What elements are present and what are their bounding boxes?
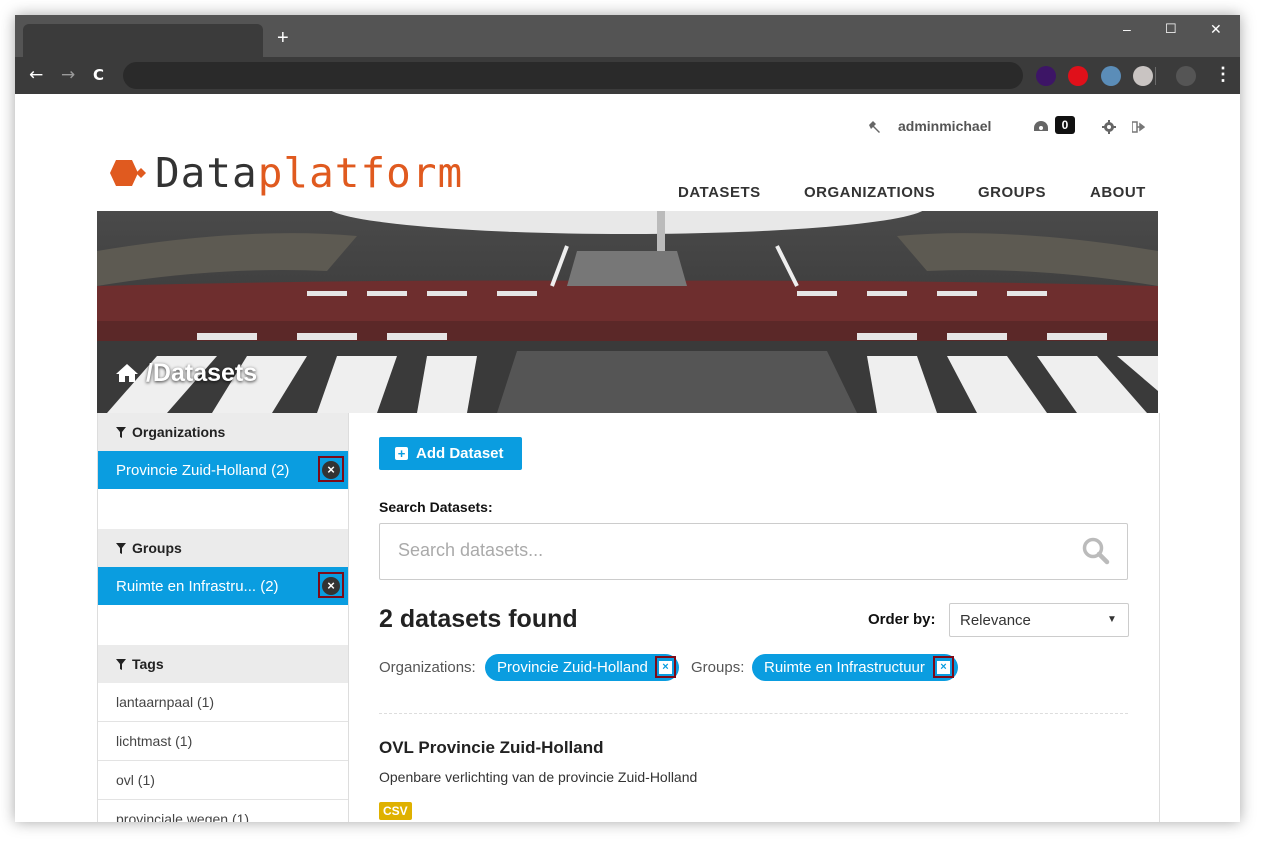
nav-organizations[interactable]: ORGANIZATIONS bbox=[804, 184, 935, 201]
nav-about[interactable]: ABOUT bbox=[1090, 184, 1146, 201]
search-input[interactable] bbox=[396, 539, 1080, 562]
nav-groups[interactable]: GROUPS bbox=[978, 184, 1046, 201]
chevron-down-icon: ▼ bbox=[1107, 614, 1117, 625]
order-by-label: Order by: bbox=[868, 611, 936, 628]
tag-item-ovl[interactable]: ovl (1) bbox=[98, 761, 348, 800]
facet-heading-label: Groups bbox=[132, 540, 182, 556]
account-username-link[interactable]: adminmichael bbox=[898, 118, 991, 134]
filter-icon bbox=[116, 659, 126, 670]
breadcrumb-separator: / bbox=[145, 359, 153, 387]
maximize-button[interactable]: ☐ bbox=[1165, 21, 1177, 37]
add-dataset-button[interactable]: + Add Dataset bbox=[379, 437, 522, 470]
active-filter-label-organizations: Organizations: bbox=[379, 659, 476, 676]
filter-pill-label: Provincie Zuid-Holland bbox=[497, 659, 648, 676]
facet-spacer bbox=[98, 605, 348, 646]
add-dataset-label: Add Dataset bbox=[416, 445, 504, 462]
gear-icon[interactable] bbox=[1102, 120, 1116, 134]
browser-tab[interactable] bbox=[23, 24, 263, 57]
browser-window: + – ☐ ✕ ← → C ⋮ adminmichael 0 Dataplatf… bbox=[15, 15, 1240, 822]
filter-pill-organization: Provincie Zuid-Holland × bbox=[485, 654, 679, 681]
browser-titlebar: + – ☐ ✕ bbox=[15, 15, 1240, 57]
toolbar-divider bbox=[1155, 67, 1156, 85]
hammer-icon bbox=[869, 121, 880, 133]
format-badge-csv[interactable]: CSV bbox=[379, 802, 412, 820]
dataset-description: Openbare verlichting van de provincie Zu… bbox=[379, 769, 698, 785]
tag-item-lantaarnpaal[interactable]: lantaarnpaal (1) bbox=[98, 683, 348, 722]
extension-icon-blue[interactable] bbox=[1101, 66, 1121, 86]
highlight-box bbox=[318, 572, 344, 598]
tag-item-provinciale-wegen[interactable]: provinciale wegen (1) bbox=[98, 800, 348, 822]
filter-icon bbox=[116, 543, 126, 554]
new-tab-button[interactable]: + bbox=[277, 28, 289, 48]
facet-item-label: Ruimte en Infrastru... (2) bbox=[116, 578, 279, 595]
search-label: Search Datasets: bbox=[379, 499, 493, 515]
result-count-heading: 2 datasets found bbox=[379, 605, 578, 633]
minimize-button[interactable]: – bbox=[1123, 21, 1131, 37]
extension-icon-red[interactable] bbox=[1068, 66, 1088, 86]
tag-item-label: provinciale wegen (1) bbox=[116, 811, 250, 822]
facet-spacer bbox=[98, 489, 348, 530]
home-icon[interactable] bbox=[115, 363, 139, 383]
facet-heading-label: Organizations bbox=[132, 424, 226, 440]
profile-avatar[interactable] bbox=[1176, 66, 1196, 86]
web-page: adminmichael 0 Dataplatform DATASETS ORG… bbox=[15, 94, 1240, 822]
tag-item-lichtmast[interactable]: lichtmast (1) bbox=[98, 722, 348, 761]
content-area: Organizations Provincie Zuid-Holland (2)… bbox=[97, 413, 1160, 822]
order-by-select[interactable]: Relevance ▼ bbox=[949, 603, 1129, 637]
logo-mark-icon bbox=[110, 160, 146, 186]
reload-icon[interactable]: C bbox=[93, 65, 104, 85]
logo-text-platform: platform bbox=[257, 149, 464, 197]
filter-icon bbox=[116, 427, 126, 438]
facet-heading-tags: Tags bbox=[98, 645, 348, 684]
highlight-box bbox=[655, 656, 676, 678]
extension-icon-grey[interactable] bbox=[1133, 66, 1153, 86]
filter-pill-group: Ruimte en Infrastructuur × bbox=[752, 654, 958, 681]
nav-datasets[interactable]: DATASETS bbox=[678, 184, 761, 201]
activity-count-badge[interactable]: 0 bbox=[1055, 116, 1075, 134]
logo-wordmark: Dataplatform bbox=[155, 150, 463, 196]
back-arrow-icon[interactable]: ← bbox=[29, 65, 43, 85]
tag-item-label: lichtmast (1) bbox=[116, 733, 193, 749]
logout-icon[interactable] bbox=[1132, 121, 1145, 133]
order-by-value: Relevance bbox=[960, 612, 1031, 629]
address-bar[interactable] bbox=[123, 62, 1023, 89]
tag-item-label: ovl (1) bbox=[116, 772, 155, 788]
dashboard-icon[interactable] bbox=[1033, 119, 1049, 133]
hero-banner: /Datasets bbox=[97, 211, 1158, 413]
active-filter-label-groups: Groups: bbox=[691, 659, 745, 676]
highlight-box bbox=[933, 656, 954, 678]
facet-heading-organizations: Organizations bbox=[98, 413, 348, 452]
browser-menu-icon[interactable]: ⋮ bbox=[1214, 64, 1232, 85]
breadcrumb-current: Datasets bbox=[152, 359, 258, 387]
facet-heading-groups: Groups bbox=[98, 529, 348, 568]
facet-item-label: Provincie Zuid-Holland (2) bbox=[116, 462, 290, 479]
facet-item-active-organization[interactable]: Provincie Zuid-Holland (2) × bbox=[98, 451, 348, 489]
dataset-title-link[interactable]: OVL Provincie Zuid-Holland bbox=[379, 738, 604, 758]
plus-icon: + bbox=[395, 447, 408, 460]
facet-item-active-group[interactable]: Ruimte en Infrastru... (2) × bbox=[98, 567, 348, 605]
tag-item-label: lantaarnpaal (1) bbox=[116, 694, 215, 710]
browser-toolbar: ← → C ⋮ bbox=[15, 57, 1240, 94]
page-title: /Datasets bbox=[115, 359, 257, 388]
facet-sidebar: Organizations Provincie Zuid-Holland (2)… bbox=[98, 413, 349, 822]
forward-arrow-icon[interactable]: → bbox=[61, 65, 75, 85]
extension-icon-purple[interactable] bbox=[1036, 66, 1056, 86]
search-icon[interactable] bbox=[1082, 537, 1110, 565]
highlight-box bbox=[318, 456, 344, 482]
results-divider bbox=[379, 713, 1128, 714]
logo-text-data: Data bbox=[155, 149, 258, 197]
facet-heading-label: Tags bbox=[132, 656, 164, 672]
close-window-button[interactable]: ✕ bbox=[1210, 21, 1222, 38]
filter-pill-label: Ruimte en Infrastructuur bbox=[764, 659, 925, 676]
search-box bbox=[379, 523, 1128, 580]
